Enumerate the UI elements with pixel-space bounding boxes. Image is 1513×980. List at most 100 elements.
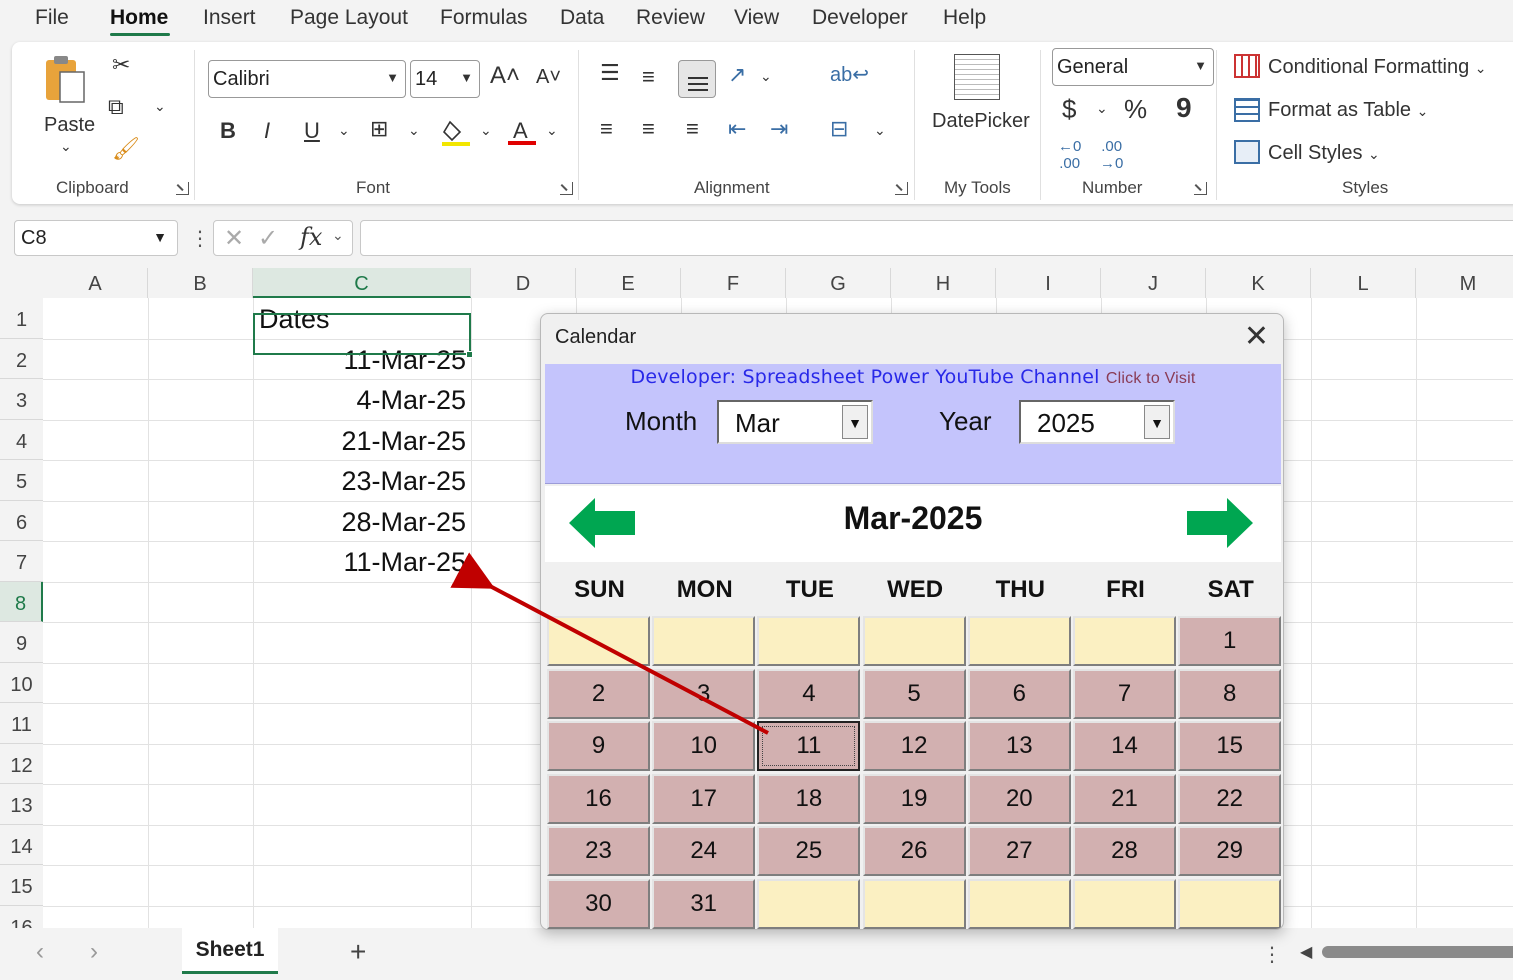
row-header-2[interactable]: 2 — [0, 338, 43, 379]
increase-decimal-icon[interactable]: ←0.00 — [1058, 138, 1081, 172]
day-cell[interactable]: 22 — [1178, 773, 1282, 824]
row-header-11[interactable]: 11 — [0, 703, 43, 744]
column-header-L[interactable]: L — [1311, 268, 1416, 298]
column-header-B[interactable]: B — [148, 268, 253, 298]
day-cell[interactable]: 17 — [652, 773, 756, 824]
day-cell[interactable]: 31 — [652, 879, 756, 929]
day-cell[interactable]: 21 — [1073, 773, 1176, 824]
menu-help[interactable]: Help — [943, 6, 986, 30]
column-header-I[interactable]: I — [996, 268, 1101, 298]
row-header-9[interactable]: 9 — [0, 622, 43, 663]
decrease-indent-icon[interactable]: ⇤ — [728, 116, 746, 142]
close-icon[interactable]: ✕ — [1244, 320, 1269, 354]
column-header-K[interactable]: K — [1206, 268, 1311, 298]
currency-chevron-icon[interactable]: ⌄ — [1096, 100, 1108, 117]
row-header-12[interactable]: 12 — [0, 743, 43, 784]
font-color-icon[interactable]: A — [508, 116, 536, 146]
font-launcher-icon[interactable] — [560, 182, 573, 195]
day-cell[interactable]: 14 — [1073, 721, 1176, 772]
day-cell[interactable]: 6 — [967, 668, 1071, 719]
column-header-F[interactable]: F — [681, 268, 786, 298]
format-painter-icon[interactable]: 🖌 — [112, 136, 140, 162]
column-header-D[interactable]: D — [471, 268, 576, 298]
cell-C5[interactable]: 23-Mar-25 — [253, 466, 466, 497]
day-cell[interactable]: 5 — [862, 668, 966, 719]
day-cell[interactable]: 9 — [547, 721, 650, 772]
day-cell[interactable]: 23 — [547, 826, 650, 877]
copy-chevron-icon[interactable]: ⌄ — [154, 98, 166, 115]
align-bottom-button[interactable] — [678, 60, 716, 98]
day-cell[interactable]: 28 — [1073, 826, 1176, 877]
day-cell[interactable]: 1 — [1178, 616, 1282, 666]
day-cell[interactable]: 12 — [862, 721, 966, 772]
next-month-arrow-icon[interactable] — [1187, 498, 1253, 553]
formula-input[interactable] — [360, 220, 1513, 256]
day-cell[interactable]: 24 — [652, 826, 756, 877]
merge-chevron-icon[interactable]: ⌄ — [874, 122, 886, 139]
menu-home[interactable]: Home — [110, 6, 168, 30]
fill-chevron-icon[interactable]: ⌄ — [480, 122, 492, 139]
font-name-select[interactable]: Calibri ▼ — [208, 60, 406, 98]
row-header-3[interactable]: 3 — [0, 379, 43, 420]
row-header-6[interactable]: 6 — [0, 500, 43, 541]
day-cell[interactable]: 27 — [967, 826, 1071, 877]
menu-data[interactable]: Data — [560, 6, 604, 30]
orientation-chevron-icon[interactable]: ⌄ — [760, 68, 772, 85]
decrease-decimal-icon[interactable]: .00 →0 — [1100, 138, 1123, 172]
day-cell[interactable]: 18 — [757, 773, 861, 824]
alignment-launcher-icon[interactable] — [895, 182, 908, 195]
conditional-formatting-button[interactable]: Conditional Formatting ⌄ — [1268, 56, 1487, 79]
day-cell[interactable]: 16 — [547, 773, 650, 824]
bold-button[interactable]: B — [220, 118, 236, 144]
chevron-down-icon[interactable]: ⌄ — [332, 227, 344, 244]
day-cell[interactable]: 20 — [967, 773, 1071, 824]
borders-icon[interactable]: ⊞ — [370, 116, 388, 142]
developer-link[interactable]: Developer: Spreadsheet Power YouTube Cha… — [545, 366, 1281, 388]
underline-chevron-icon[interactable]: ⌄ — [338, 122, 350, 139]
row-header-4[interactable]: 4 — [0, 419, 43, 460]
more-options-icon[interactable]: ⋮ — [1262, 942, 1282, 967]
grow-font-icon[interactable]: A˄ — [490, 62, 520, 90]
row-header-15[interactable]: 15 — [0, 865, 43, 906]
menu-file[interactable]: File — [35, 6, 69, 30]
day-cell[interactable]: 30 — [547, 879, 650, 929]
menu-formulas[interactable]: Formulas — [440, 6, 528, 30]
wrap-text-icon[interactable]: ab↩ — [830, 62, 869, 87]
month-select[interactable]: Mar ▼ — [717, 400, 873, 444]
fill-color-icon[interactable] — [442, 118, 470, 146]
chevron-down-icon[interactable]: ▼ — [1144, 405, 1170, 439]
column-header-H[interactable]: H — [891, 268, 996, 298]
sheet-tab[interactable]: Sheet1 — [182, 928, 278, 974]
menu-view[interactable]: View — [734, 6, 779, 30]
day-cell[interactable]: 2 — [547, 668, 650, 719]
menu-page-layout[interactable]: Page Layout — [290, 6, 408, 30]
row-header-10[interactable]: 10 — [0, 662, 43, 703]
align-top-icon[interactable]: ☰ — [600, 60, 620, 86]
comma-button[interactable]: 9 — [1176, 92, 1192, 124]
day-cell[interactable]: 15 — [1178, 721, 1282, 772]
column-header-G[interactable]: G — [786, 268, 891, 298]
insert-function-button[interactable]: fx — [300, 223, 322, 251]
day-cell[interactable]: 8 — [1178, 668, 1282, 719]
row-header-5[interactable]: 5 — [0, 460, 43, 501]
column-header-M[interactable]: M — [1416, 268, 1513, 298]
cell-C6[interactable]: 28-Mar-25 — [253, 507, 466, 538]
more-options-icon[interactable]: ⋮ — [190, 226, 210, 251]
day-cell[interactable]: 3 — [652, 668, 756, 719]
day-cell[interactable]: 19 — [862, 773, 966, 824]
enter-icon[interactable]: ✓ — [258, 224, 278, 253]
paste-chevron-icon[interactable]: ⌄ — [60, 138, 72, 155]
active-cell[interactable] — [253, 313, 471, 355]
percent-button[interactable]: % — [1124, 94, 1147, 125]
add-sheet-button[interactable]: + — [350, 936, 366, 968]
datepicker-button[interactable]: DatePicker — [932, 110, 1030, 133]
align-center-icon[interactable]: ≡ — [642, 116, 655, 142]
copy-icon[interactable]: ⧉ — [108, 94, 124, 120]
next-sheet-icon[interactable]: › — [90, 938, 98, 966]
orientation-icon[interactable]: ↗ — [728, 62, 746, 88]
day-cell[interactable]: 7 — [1073, 668, 1176, 719]
format-as-table-button[interactable]: Format as Table ⌄ — [1268, 99, 1428, 122]
day-cell[interactable]: 29 — [1178, 826, 1282, 877]
column-header-C[interactable]: C — [253, 268, 471, 298]
year-select[interactable]: 2025 ▼ — [1019, 400, 1175, 444]
